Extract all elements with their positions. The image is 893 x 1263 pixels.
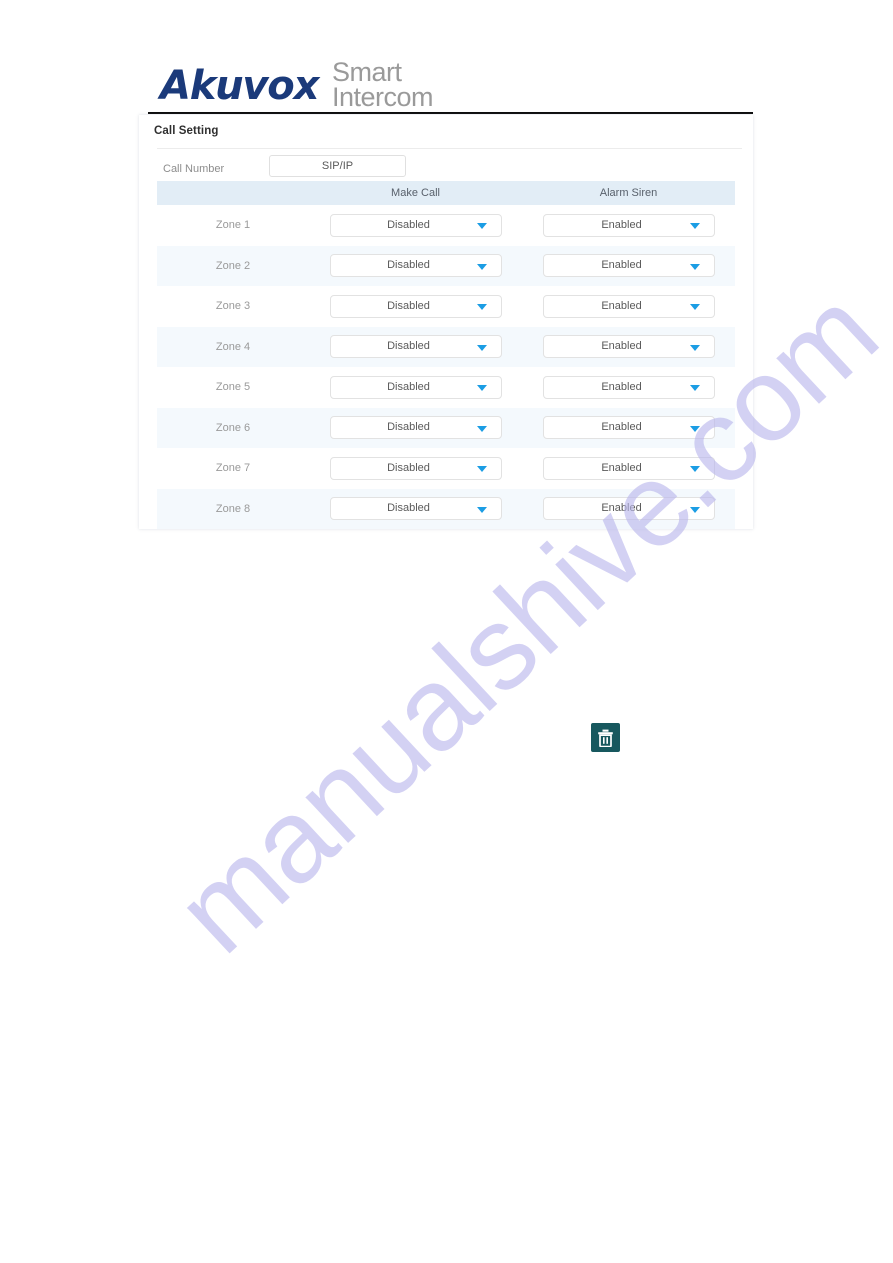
cell-make-call: Disabled [309,205,522,246]
cell-make-call: Disabled [309,408,522,449]
alarm-siren-select-value: Enabled [601,380,642,393]
make-call-select-zone-8[interactable]: Disabled [329,497,502,521]
logo-tagline-line2: Intercom [332,82,434,112]
cell-make-call: Disabled [309,448,522,489]
cell-make-call: Disabled [309,286,522,327]
zone-settings-table: Make Call Alarm Siren Zone 1 Disabled Enab… [157,181,735,529]
chevron-down-icon [689,466,700,473]
alarm-siren-select-zone-5[interactable]: Enabled [542,375,715,399]
call-setting-panel: Call Setting Call Number Make Call Alarm… [139,115,753,529]
make-call-select-zone-3[interactable]: Disabled [329,294,502,318]
chevron-down-icon [476,223,487,230]
make-call-select-zone-7[interactable]: Disabled [329,456,502,480]
alarm-siren-select-value: Enabled [601,340,642,353]
cell-alarm-siren: Enabled [522,408,735,449]
logo-tagline: Smart Intercom [332,59,434,112]
chevron-down-icon [689,304,700,311]
trash-icon [597,729,614,747]
header-divider-rule [148,112,753,114]
table-row: Zone 5 Disabled Enabled [157,367,735,408]
alarm-siren-select-zone-2[interactable]: Enabled [542,254,715,278]
make-call-select-value: Disabled [387,340,430,353]
make-call-select-value: Disabled [387,299,430,312]
zone-label: Zone 6 [215,421,251,434]
make-call-select-value: Disabled [387,380,430,393]
chevron-down-icon [476,425,487,432]
make-call-select-value: Disabled [387,259,430,272]
alarm-siren-select-value: Enabled [601,502,642,515]
chevron-down-icon [689,385,700,392]
cell-make-call: Disabled [309,367,522,408]
cell-make-call: Disabled [309,489,522,530]
delete-button[interactable] [591,723,620,752]
cell-make-call: Disabled [309,246,522,287]
zone-label: Zone 7 [215,462,251,475]
make-call-select-value: Disabled [387,502,430,515]
chevron-down-icon [689,506,700,513]
make-call-select-value: Disabled [387,461,430,474]
alarm-siren-select-value: Enabled [601,299,642,312]
chevron-down-icon [476,385,487,392]
page-title: Call Setting [154,125,219,137]
panel-title-divider [157,148,742,149]
zone-label: Zone 8 [215,502,251,515]
logo-wordmark: Akuvox [160,63,319,109]
cell-alarm-siren: Enabled [522,286,735,327]
cell-alarm-siren: Enabled [522,489,735,530]
table-header-row: Make Call Alarm Siren [157,181,735,205]
chevron-down-icon [476,506,487,513]
cell-make-call: Disabled [309,327,522,368]
make-call-select-value: Disabled [387,218,430,231]
alarm-siren-select-zone-1[interactable]: Enabled [542,213,715,237]
cell-alarm-siren: Enabled [522,367,735,408]
make-call-select-zone-5[interactable]: Disabled [329,375,502,399]
table-row: Zone 1 Disabled Enabled [157,205,735,246]
zone-label: Zone 4 [215,340,251,353]
column-header-alarm-siren: Alarm Siren [599,187,658,199]
make-call-select-value: Disabled [387,421,430,434]
cell-alarm-siren: Enabled [522,327,735,368]
column-header-zone [157,181,309,205]
table-row: Zone 3 Disabled Enabled [157,286,735,327]
chevron-down-icon [476,304,487,311]
table-row: Zone 4 Disabled Enabled [157,326,735,368]
table-row: Zone 8 Disabled Enabled [157,488,735,530]
chevron-down-icon [476,263,487,270]
zone-label: Zone 2 [215,259,251,272]
table-row: Zone 2 Disabled Enabled [157,245,735,287]
zone-label: Zone 1 [215,219,251,232]
alarm-siren-select-zone-6[interactable]: Enabled [542,416,715,440]
chevron-down-icon [689,263,700,270]
column-header-make-call: Make Call [391,187,440,199]
alarm-siren-select-zone-3[interactable]: Enabled [542,294,715,318]
call-number-input[interactable] [269,155,406,177]
make-call-select-zone-2[interactable]: Disabled [329,254,502,278]
alarm-siren-select-value: Enabled [601,461,642,474]
chevron-down-icon [689,425,700,432]
make-call-select-zone-1[interactable]: Disabled [329,213,502,237]
alarm-siren-select-value: Enabled [601,218,642,231]
make-call-select-zone-6[interactable]: Disabled [329,416,502,440]
alarm-siren-select-value: Enabled [601,421,642,434]
chevron-down-icon [689,344,700,351]
cell-alarm-siren: Enabled [522,448,735,489]
alarm-siren-select-value: Enabled [601,259,642,272]
alarm-siren-select-zone-8[interactable]: Enabled [542,497,715,521]
call-number-label: Call Number [163,163,225,175]
alarm-siren-select-zone-4[interactable]: Enabled [542,335,715,359]
zone-label: Zone 5 [215,381,251,394]
zone-label: Zone 3 [215,300,251,313]
cell-alarm-siren: Enabled [522,205,735,246]
chevron-down-icon [476,344,487,351]
chevron-down-icon [689,223,700,230]
cell-alarm-siren: Enabled [522,246,735,287]
make-call-select-zone-4[interactable]: Disabled [329,335,502,359]
table-row: Zone 6 Disabled Enabled [157,407,735,449]
chevron-down-icon [476,466,487,473]
zone-table-body: Zone 1 Disabled Enabled Zone 2 Disabled Enabl… [157,205,735,529]
alarm-siren-select-zone-7[interactable]: Enabled [542,456,715,480]
table-row: Zone 7 Disabled Enabled [157,448,735,489]
